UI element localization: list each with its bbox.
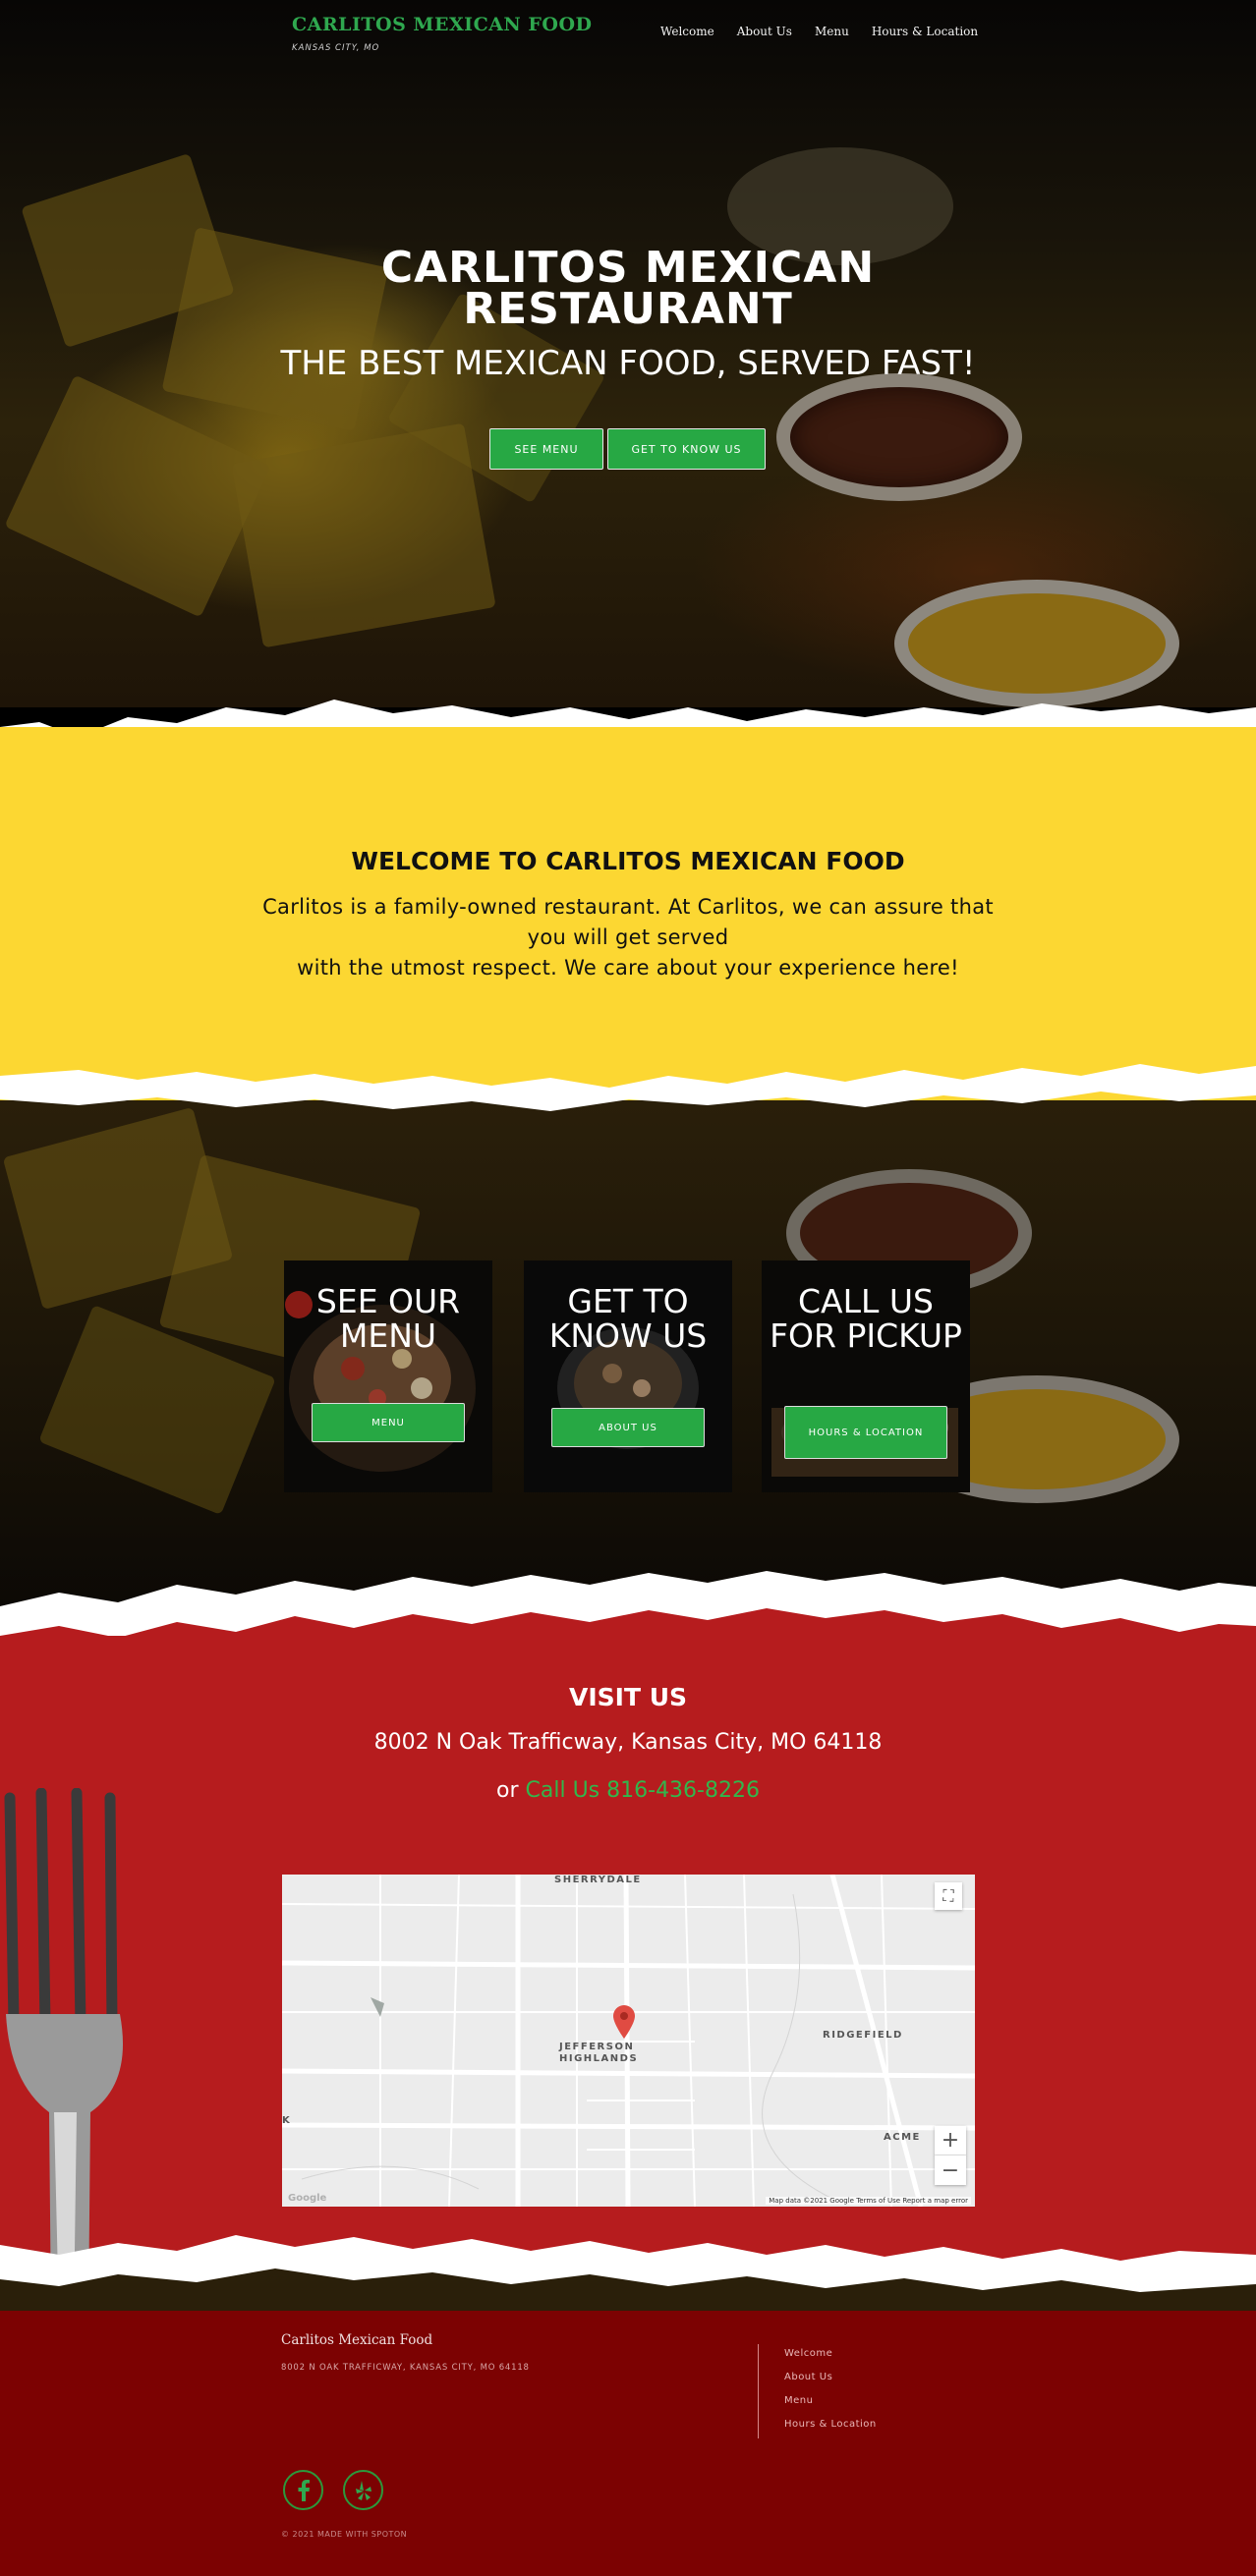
map-label-sherrydale: SHERRYDALE: [554, 1875, 642, 1885]
site-header: CARLITOS MEXICAN FOOD KANSAS CITY, MO We…: [0, 0, 1256, 69]
brand-logo-text[interactable]: CARLITOS MEXICAN FOOD: [292, 14, 592, 35]
visit-call-prefix: or: [496, 1778, 519, 1803]
facebook-icon[interactable]: [283, 2470, 323, 2510]
footer-copyright: © 2021 MADE WITH SPOTON: [281, 2530, 408, 2539]
google-map[interactable]: SHERRYDALE JEFFERSON HIGHLANDS RIDGEFIEL…: [282, 1875, 975, 2207]
footer-link-menu[interactable]: Menu: [784, 2395, 877, 2407]
hours-location-button[interactable]: HOURS & LOCATION: [784, 1406, 947, 1459]
menu-card-title: SEE OUR MENU: [315, 1282, 461, 1355]
about-card-title: GET TO KNOW US: [548, 1282, 708, 1355]
nav-link-about-us[interactable]: About Us: [737, 25, 792, 38]
nav-link-menu[interactable]: Menu: [815, 25, 849, 38]
pickup-card-title: CALL US FOR PICKUP: [770, 1282, 962, 1355]
visit-call-line: or Call Us 816-436-8226: [235, 1778, 1021, 1803]
map-label-jefferson: JEFFERSON: [559, 2042, 635, 2052]
footer-restaurant-name: Carlitos Mexican Food: [281, 2332, 433, 2348]
map-roads: [282, 1875, 975, 2207]
footer-nav: Welcome About Us Menu Hours & Location: [784, 2348, 877, 2442]
chip-image-decor: [4, 374, 271, 618]
hero-title: CARLITOS MEXICAN RESTAURANT: [380, 243, 876, 334]
map-zoom-out-button[interactable]: −: [935, 2156, 966, 2185]
footer-link-about-us[interactable]: About Us: [784, 2372, 877, 2383]
call-us-link[interactable]: Call Us 816-436-8226: [526, 1778, 760, 1803]
welcome-text: Carlitos is a family-owned restaurant. A…: [259, 892, 997, 983]
see-menu-button[interactable]: SEE MENU: [489, 428, 603, 470]
pickup-card: CALL US FOR PICKUP HOURS & LOCATION: [762, 1260, 970, 1492]
about-us-button[interactable]: ABOUT US: [551, 1408, 705, 1447]
main-nav: Welcome About Us Menu Hours & Location: [660, 25, 1000, 38]
visit-address: 8002 N Oak Trafficway, Kansas City, MO 6…: [373, 1730, 883, 1755]
map-label-ridgefield: RIDGEFIELD: [823, 2030, 903, 2041]
nav-link-hours-location[interactable]: Hours & Location: [872, 25, 978, 38]
yelp-icon[interactable]: [343, 2470, 383, 2510]
map-attribution[interactable]: Map data ©2021 Google Terms of Use Repor…: [766, 2197, 971, 2205]
menu-button[interactable]: MENU: [312, 1403, 465, 1442]
menu-card: SEE OUR MENU MENU: [284, 1260, 492, 1492]
footer-link-welcome[interactable]: Welcome: [784, 2348, 877, 2360]
map-pin-icon[interactable]: [612, 2004, 636, 2040]
hero-subtitle: THE BEST MEXICAN FOOD, SERVED FAST!: [280, 344, 976, 383]
welcome-line-2: with the utmost respect. We care about y…: [297, 956, 959, 980]
footer-divider: [758, 2344, 759, 2438]
google-logo: Google: [288, 2193, 327, 2204]
visit-title: VISIT US: [568, 1683, 688, 1711]
welcome-line-1: Carlitos is a family-owned restaurant. A…: [262, 895, 994, 949]
map-label-edge: K: [282, 2115, 292, 2126]
footer-link-hours-location[interactable]: Hours & Location: [784, 2419, 877, 2431]
salsa-bowl-decor: [776, 373, 1022, 501]
map-label-highlands: HIGHLANDS: [559, 2053, 639, 2064]
about-card: GET TO KNOW US ABOUT US: [524, 1260, 732, 1492]
footer-address: 8002 N OAK TRAFFICWAY, KANSAS CITY, MO 6…: [281, 2363, 530, 2373]
map-fullscreen-icon[interactable]: ⛶: [935, 1882, 962, 1910]
nav-link-welcome[interactable]: Welcome: [660, 25, 714, 38]
map-zoom-in-button[interactable]: +: [935, 2126, 966, 2156]
welcome-title: WELCOME TO CARLITOS MEXICAN FOOD: [351, 847, 905, 875]
get-to-know-us-button[interactable]: GET TO KNOW US: [607, 428, 766, 470]
map-label-acme: ACME: [884, 2132, 921, 2143]
torn-paper-edge: [0, 1056, 1256, 1111]
brand-location: KANSAS CITY, MO: [292, 43, 380, 53]
torn-paper-edge: [0, 2235, 1256, 2319]
site-footer: [0, 2311, 1256, 2576]
